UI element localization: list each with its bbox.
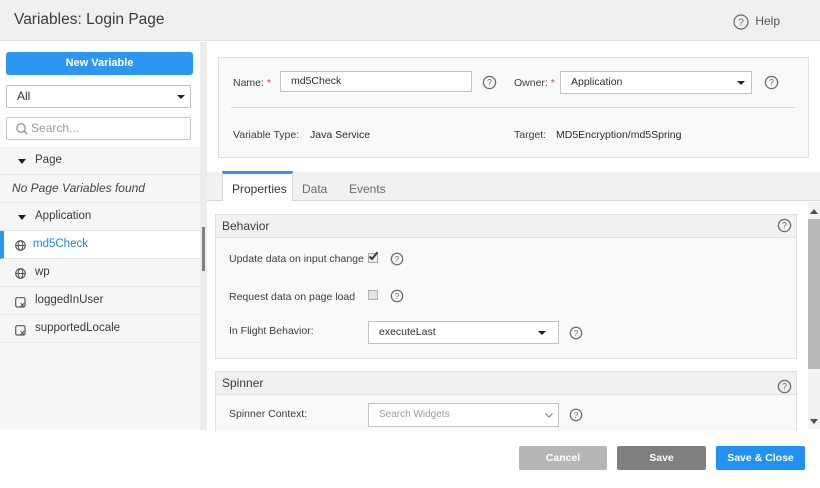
svg-text:?: ? bbox=[739, 18, 745, 29]
svg-text:?: ? bbox=[782, 382, 787, 392]
svg-text:?: ? bbox=[769, 78, 774, 88]
svg-text:?: ? bbox=[574, 410, 579, 420]
svg-text:?: ? bbox=[395, 291, 400, 301]
svg-text:?: ? bbox=[574, 328, 579, 338]
svg-text:?: ? bbox=[487, 78, 492, 88]
svg-text:?: ? bbox=[782, 221, 787, 231]
svg-text:?: ? bbox=[395, 254, 400, 264]
